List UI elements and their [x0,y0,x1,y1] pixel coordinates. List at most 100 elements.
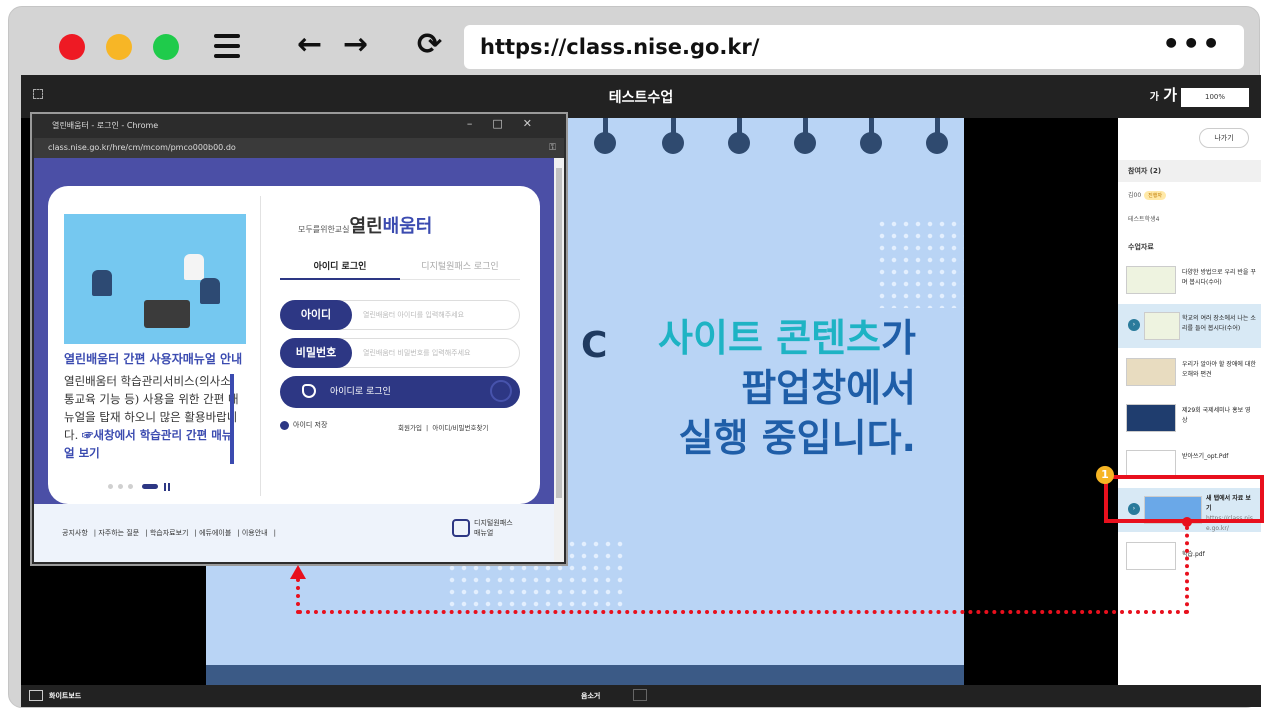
popup-body: 열린배움터 간편 사용자매뉴얼 안내 열린배움터 학습관리서비스(의사소통교육 … [34,158,556,562]
menu-icon[interactable] [214,34,240,58]
manual-illustration [64,214,246,344]
play-icon: › [1128,319,1140,331]
class-title: 테스트수업 [608,90,674,106]
whiteboard-icon[interactable] [29,690,43,701]
card-divider [260,196,261,496]
find-account-link[interactable]: 아이디/비밀번호찾기 [432,424,488,432]
material-item[interactable]: 학습.pdf [1118,534,1261,578]
password-field[interactable]: 비밀번호 열린배움터 비밀번호를 입력해주세요 [280,338,520,368]
participant-item: 김00 진행자 [1128,190,1166,200]
person-figure [200,278,220,304]
maximize-window-button[interactable] [153,34,179,60]
camera-icon[interactable] [633,689,647,701]
annotation-dotted-line [298,610,1189,614]
slide-line3: 실행 중입니다. [678,416,916,460]
materials-header: 수업자료 [1118,236,1261,258]
mute-button[interactable]: 음소거 [581,691,600,701]
popup-url-bar[interactable]: class.nise.go.kr/hre/cm/mcom/pmco000b00.… [34,138,564,158]
fingerprint-icon [490,380,512,402]
binder-ring [860,118,882,154]
popup-footer: 공지사항 | 자주하는 질문 | 학습자료보기 | 에듀에이블 | 이용안내 | 디지털원… [34,504,556,562]
participant-item: 테스트학생4 [1128,216,1160,223]
onepass-icon [302,384,316,398]
password-label: 비밀번호 [280,338,352,368]
onepass-logo-icon [452,519,470,537]
exit-button[interactable]: 나가기 [1199,128,1249,148]
popup-scrollbar[interactable] [554,158,564,562]
footer-link-materials[interactable]: 학습자료보기 [150,529,189,537]
more-options-icon[interactable]: ••• [1162,27,1222,60]
host-badge: 진행자 [1144,191,1166,200]
login-card: 열린배움터 간편 사용자매뉴얼 안내 열린배움터 학습관리서비스(의사소통교육 … [48,186,540,504]
password-placeholder: 열린배움터 비밀번호를 입력해주세요 [363,349,471,357]
minimize-window-button[interactable] [106,34,132,60]
slide-line2: 팝업창에서 [741,366,916,410]
footer-link-eduable[interactable]: 에듀에이블 [199,529,231,537]
material-item[interactable]: 제29회 국제세미나 홍보 영상 [1118,396,1261,440]
popup-title: 열린배움터 - 로그인 - Chrome [52,121,159,130]
highlight-box [1104,475,1264,523]
slide-line1-cyan: 사이트 콘텐츠 [658,316,882,360]
binder-ring [662,118,684,154]
slide-line1-tail: 가 [881,316,916,360]
annotation-dotted-line [296,578,300,614]
reload-icon[interactable]: ⟳ [417,25,442,65]
monitor-icon [144,300,190,328]
participants-header[interactable]: 참여자 (2) [1118,160,1261,182]
close-window-button[interactable] [59,34,85,60]
url-text: https://class.nise.go.kr/ [480,35,760,59]
tab-id-login[interactable]: 아이디 로그인 [280,256,400,280]
manual-body: 열린배움터 학습관리서비스(의사소통교육 기능 등) 사용을 위한 간편 매뉴얼… [64,374,239,460]
annotation-dotted-line [1185,526,1189,614]
account-links: 회원가입 | 아이디/비밀번호찾기 [398,424,489,432]
address-bar[interactable]: https://class.nise.go.kr/ ••• [464,25,1244,69]
slide-message: 사이트 콘텐츠가 팝업창에서 실행 중입니다. [626,313,916,463]
onepass-manual-link[interactable]: 디지털원패스 매뉴얼 [452,518,513,538]
popup-url-text: class.nise.go.kr/hre/cm/mcom/pmco000b00.… [48,143,236,152]
material-item[interactable]: 우리가 알아야 할 장애에 대한 오해와 편견 [1118,350,1261,394]
slide-partial-letter: C [581,325,608,366]
tab-digital-onepass[interactable]: 디지털원패스 로그인 [400,256,520,280]
id-label: 아이디 [280,300,352,330]
zoom-select[interactable]: 100% [1181,88,1249,107]
login-tabs: 아이디 로그인 디지털원패스 로그인 [280,256,520,280]
binder-ring [728,118,750,154]
binder-ring [926,118,948,154]
right-panel: 나가기 참여자 (2) 김00 진행자 테스트학생4 수업자료 다양한 방법으로 … [1118,118,1261,707]
check-icon [280,420,289,430]
manual-link[interactable]: ☞새창에서 학습관리 간편 매뉴얼 보기 [64,428,232,460]
footer-link-faq[interactable]: 자주하는 질문 [98,529,139,537]
footer-links: 공지사항 | 자주하는 질문 | 학습자료보기 | 에듀에이블 | 이용안내 | [62,529,276,537]
join-link[interactable]: 회원가입 [398,424,422,432]
person-figure [184,254,204,280]
slide-footer-strip [206,665,964,685]
material-item[interactable]: › 학교의 여러 장소에서 나는 소리를 들어 봅시다(수어) [1118,304,1261,348]
font-smaller-button[interactable]: 가 [1150,88,1159,103]
browser-toolbar: ← → ⟳ https://class.nise.go.kr/ ••• [9,7,1259,81]
id-placeholder: 열린배움터 아이디를 입력해주세요 [363,311,465,319]
material-item[interactable]: 다양한 방법으로 우리 반을 꾸며 봅시다(수어) [1118,258,1261,302]
carousel-pager[interactable] [108,483,188,491]
forward-arrow-icon[interactable]: → [343,25,368,65]
manual-title: 열린배움터 간편 사용자매뉴얼 안내 [64,352,243,366]
site-logo: 모두를위한교실열린배움터 [298,216,433,237]
popup-window-controls[interactable]: –□✕ [467,117,552,130]
id-field[interactable]: 아이디 열린배움터 아이디를 입력해주세요 [280,300,520,330]
annotation-arrow-icon [290,565,306,579]
binder-ring [794,118,816,154]
footer-link-notice[interactable]: 공지사항 [62,529,88,537]
whiteboard-button[interactable]: 화이트보드 [49,691,81,701]
manual-scrollbar[interactable] [230,374,234,464]
key-icon[interactable]: ⚿ [549,138,556,158]
login-popup-window: 열린배움터 - 로그인 - Chrome –□✕ class.nise.go.k… [30,112,568,566]
dot-pattern [876,218,964,308]
person-figure [92,270,112,296]
save-id-checkbox[interactable]: 아이디 저장 [280,420,327,430]
footer-link-guide[interactable]: 이용안내 [242,529,268,537]
id-login-button[interactable]: 아이디로 로그인 [280,376,520,408]
step-number-badge: 1 [1096,466,1114,484]
font-larger-button[interactable]: 가 [1163,84,1177,105]
bottom-toolbar: 화이트보드 음소거 [21,685,1261,707]
back-arrow-icon[interactable]: ← [297,25,322,65]
binder-ring [594,118,616,154]
